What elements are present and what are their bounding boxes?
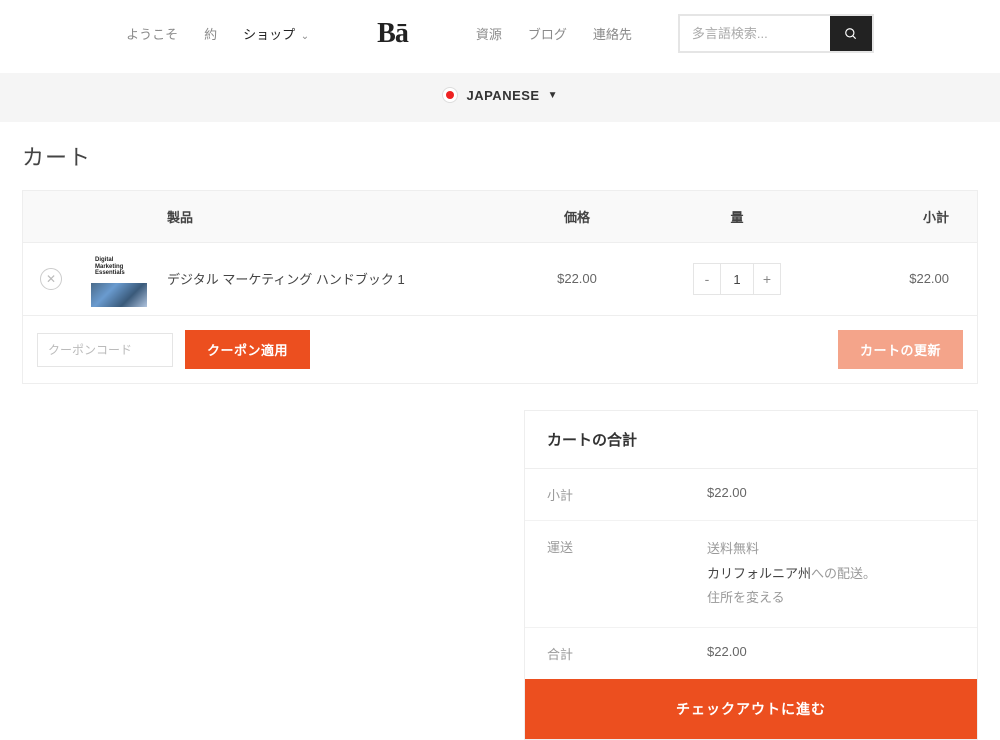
search-wrap [678,14,874,53]
search-icon [844,27,858,41]
language-selector[interactable]: JAPANESE ▼ [442,87,557,103]
totals-total-row: 合計 $22.00 [525,628,977,679]
item-subtotal: $22.00 [909,271,949,286]
nav-about[interactable]: 約 [204,24,217,43]
cart-actions-row: クーポン適用 カートの更新 [23,315,977,383]
nav-right: 資源 ブログ 連絡先 [476,14,874,53]
language-bar: JAPANESE ▼ [0,73,1000,122]
header-price: 価格 [497,207,657,226]
apply-coupon-button[interactable]: クーポン適用 [185,330,310,369]
language-label: JAPANESE [466,88,539,103]
change-address-link[interactable]: 住所を変える [707,586,876,611]
item-price: $22.00 [557,271,597,286]
quantity-stepper: - + [693,263,781,295]
totals-title: カートの合計 [525,411,977,469]
dropdown-caret-icon: ▼ [548,90,558,101]
subtotal-value: $22.00 [707,485,747,504]
total-label: 合計 [547,644,707,663]
qty-input[interactable] [720,264,754,294]
header-qty: 量 [657,207,817,226]
header-product: 製品 [159,207,497,226]
update-cart-button[interactable]: カートの更新 [838,330,963,369]
cart-header-row: 製品 価格 量 小計 [23,191,977,242]
qty-decrease-button[interactable]: - [694,264,720,294]
header: ようこそ 約 ショップ ⌄ Bā 資源 ブログ 連絡先 [0,0,1000,73]
thumbnail-image [91,283,147,307]
totals-subtotal-row: 小計 $22.00 [525,469,977,521]
header-subtotal: 小計 [817,207,977,226]
subtotal-label: 小計 [547,485,707,504]
nav-left: ようこそ 約 ショップ ⌄ [126,24,309,43]
checkout-button[interactable]: チェックアウトに進む [525,679,977,739]
nav-resources[interactable]: 資源 [476,24,502,43]
nav-shop[interactable]: ショップ ⌄ [243,24,309,43]
cart-table: 製品 価格 量 小計 ✕ Digital Marketing Essential… [22,190,978,384]
totals-shipping-row: 運送 送料無料 カリフォルニア州への配送。 住所を変える [525,521,977,628]
page-title: カート [0,122,1000,184]
qty-increase-button[interactable]: + [754,264,780,294]
nav-blog[interactable]: ブログ [528,24,567,43]
search-input[interactable] [680,16,830,51]
shipping-free-text: 送料無料 [707,537,876,562]
shipping-destination-suffix: への配送。 [811,566,876,581]
remove-item-button[interactable]: ✕ [40,268,62,290]
shipping-details: 送料無料 カリフォルニア州への配送。 住所を変える [707,537,876,611]
search-button[interactable] [830,16,872,51]
coupon-input[interactable] [37,333,173,367]
product-name[interactable]: デジタル マーケティング ハンドブック 1 [167,272,405,287]
table-row: ✕ Digital Marketing Essentials デジタル マーケテ… [23,242,977,315]
chevron-down-icon: ⌄ [301,31,309,42]
shipping-label: 運送 [547,537,707,611]
nav-contact[interactable]: 連絡先 [593,24,632,43]
shipping-destination: カリフォルニア州 [707,566,811,581]
logo[interactable]: Bā [377,18,408,50]
total-value: $22.00 [707,644,747,663]
thumbnail-text: Digital Marketing Essentials [95,257,125,277]
cart-totals-panel: カートの合計 小計 $22.00 運送 送料無料 カリフォルニア州への配送。 住… [524,410,978,740]
nav-shop-label: ショップ [243,27,295,42]
product-thumbnail[interactable]: Digital Marketing Essentials [91,251,147,307]
nav-welcome[interactable]: ようこそ [126,24,178,43]
flag-japan-icon [442,87,458,103]
close-icon: ✕ [46,272,56,286]
